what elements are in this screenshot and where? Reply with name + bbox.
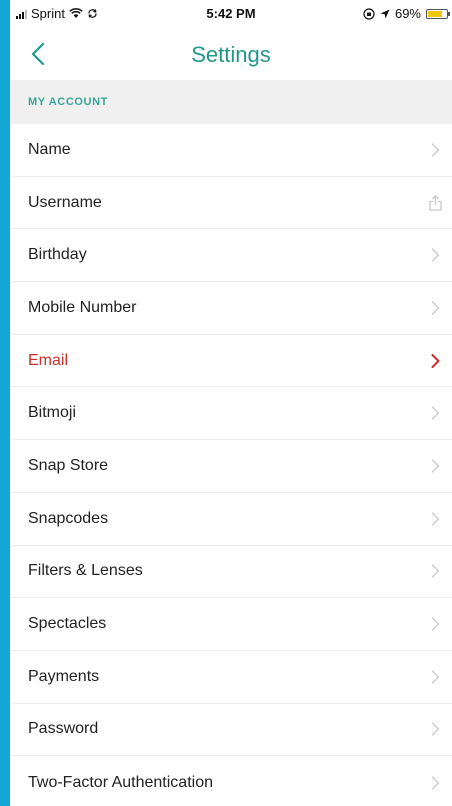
battery-icon: [426, 8, 450, 19]
battery-fill: [428, 10, 442, 17]
settings-item-payments[interactable]: Payments: [10, 651, 452, 704]
settings-item-label: Two-Factor Authentication: [28, 773, 213, 791]
chevron-right-icon: [428, 458, 442, 474]
settings-item-mobile-number[interactable]: Mobile Number: [10, 282, 452, 335]
chevron-right-icon: [428, 142, 442, 158]
settings-item-label: Bitmoji: [28, 404, 77, 422]
section-header-my-account: MY ACCOUNT: [10, 80, 452, 124]
settings-item-label: Username: [28, 193, 102, 211]
settings-item-name[interactable]: Name: [10, 124, 452, 177]
settings-item-bitmoji[interactable]: Bitmoji: [10, 387, 452, 441]
settings-item-password[interactable]: Password: [10, 704, 452, 757]
status-bar: Sprint 5:42 PM 69%: [10, 0, 452, 28]
settings-item-label: Birthday: [28, 246, 87, 264]
settings-item-label: Mobile Number: [28, 298, 137, 316]
phone-screen: Sprint 5:42 PM 69% Settings MY ACCOUNT N…: [10, 0, 452, 806]
chevron-right-icon: [428, 669, 442, 685]
settings-item-email[interactable]: Email: [10, 335, 452, 388]
chevron-right-icon: [428, 247, 442, 263]
settings-list: Name Username Birthday Mobile Number Email Bi…: [10, 124, 452, 806]
settings-item-filters-and-lenses[interactable]: Filters & Lenses: [10, 546, 452, 599]
share-icon: [428, 194, 442, 211]
settings-item-spectacles[interactable]: Spectacles: [10, 598, 452, 651]
chevron-right-icon: [428, 300, 442, 316]
chevron-right-icon: [428, 511, 442, 527]
settings-item-label: Snap Store: [28, 456, 109, 474]
settings-item-label: Snapcodes: [28, 509, 109, 527]
settings-item-label: Filters & Lenses: [28, 562, 143, 580]
settings-item-label: Email: [28, 351, 69, 369]
chevron-right-icon: [428, 721, 442, 737]
battery-percent: 69%: [394, 6, 421, 21]
settings-item-label: Payments: [28, 667, 100, 685]
orientation-lock-icon: [363, 7, 375, 20]
settings-item-birthday[interactable]: Birthday: [10, 229, 452, 283]
chevron-right-icon: [428, 616, 442, 632]
location-arrow-icon: [380, 9, 390, 18]
chevron-right-icon: [428, 775, 442, 791]
chevron-right-icon: [428, 353, 442, 369]
settings-item-snapcodes[interactable]: Snapcodes: [10, 493, 452, 546]
nav-bar: Settings: [10, 28, 452, 80]
settings-item-label: Name: [28, 140, 71, 158]
chevron-right-icon: [428, 405, 442, 421]
status-right: 69%: [363, 6, 450, 21]
settings-item-username[interactable]: Username: [10, 177, 452, 230]
settings-item-snap-store[interactable]: Snap Store: [10, 440, 452, 493]
page-title: Settings: [191, 42, 271, 67]
settings-item-label: Password: [28, 720, 99, 738]
chevron-right-icon: [428, 563, 442, 579]
settings-item-two-factor-authentication[interactable]: Two-Factor Authentication: [10, 756, 452, 806]
settings-item-label: Spectacles: [28, 615, 107, 633]
